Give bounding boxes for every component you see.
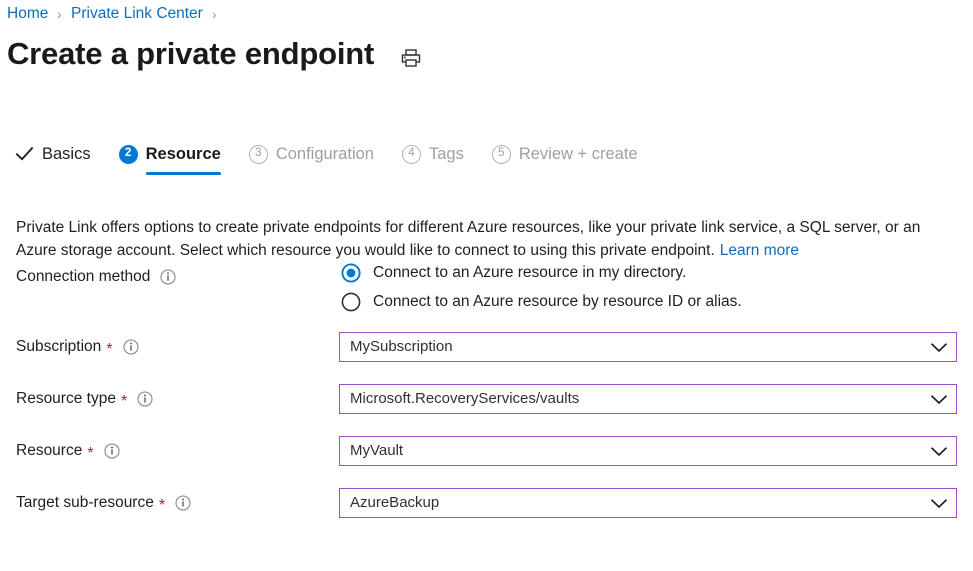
required-asterisk: * [159, 500, 165, 512]
resource-value: MyVault [350, 441, 922, 461]
field-label-text: Subscription [16, 337, 101, 357]
step-number-badge: 5 [492, 145, 511, 164]
step-number-badge: 4 [402, 145, 421, 164]
resource-dropdown[interactable]: MyVault [339, 436, 957, 466]
step-number-badge: 2 [119, 145, 138, 164]
breadcrumb: Home › Private Link Center › [7, 4, 226, 24]
subscription-value: MySubscription [350, 337, 922, 357]
resource-type-row: Resource type * Microsoft.RecoveryServic… [0, 384, 973, 436]
field-label-text: Target sub-resource [16, 493, 154, 513]
resource-label: Resource * [0, 436, 339, 466]
tab-configuration[interactable]: 3 Configuration [249, 143, 374, 175]
info-icon[interactable] [123, 339, 139, 355]
subscription-dropdown[interactable]: MySubscription [339, 332, 957, 362]
connection-method-row: Connection method [0, 262, 973, 332]
chevron-down-icon[interactable] [930, 446, 948, 457]
chevron-down-icon[interactable] [930, 394, 948, 405]
title-row: Create a private endpoint [7, 34, 422, 74]
tab-review-create[interactable]: 5 Review + create [492, 143, 638, 175]
wizard-tabs: Basics 2 Resource 3 Configuration 4 Tags… [14, 143, 666, 175]
resource-row: Resource * MyVault [0, 436, 973, 488]
field-label-text: Resource type [16, 389, 116, 409]
tab-label: Tags [429, 143, 464, 165]
resource-type-label: Resource type * [0, 384, 339, 414]
tab-basics[interactable]: Basics [14, 143, 91, 175]
breadcrumb-item-home[interactable]: Home [7, 4, 48, 24]
check-icon [14, 144, 34, 164]
resource-type-dropdown[interactable]: Microsoft.RecoveryServices/vaults [339, 384, 957, 414]
info-icon[interactable] [137, 391, 153, 407]
radio-option-directory[interactable]: Connect to an Azure resource in my direc… [0, 262, 973, 284]
tab-label: Basics [42, 143, 91, 165]
step-number-badge: 3 [249, 145, 268, 164]
radio-label[interactable]: Connect to an Azure resource by resource… [373, 291, 742, 313]
connection-method-options: Connect to an Azure resource in my direc… [0, 262, 973, 320]
target-sub-resource-value: AzureBackup [350, 493, 922, 513]
description-text: Private Link offers options to create pr… [16, 216, 960, 263]
chevron-right-icon: › [212, 4, 216, 24]
subscription-row: Subscription * MySubscription [0, 332, 973, 384]
subscription-label: Subscription * [0, 332, 339, 362]
radio-label[interactable]: Connect to an Azure resource in my direc… [373, 262, 686, 284]
page-title: Create a private endpoint [7, 34, 374, 74]
required-asterisk: * [87, 448, 93, 460]
chevron-down-icon[interactable] [930, 498, 948, 509]
field-label-text: Resource [16, 441, 82, 461]
resource-form: Connection method [0, 262, 973, 540]
required-asterisk: * [106, 344, 112, 356]
learn-more-link[interactable]: Learn more [720, 242, 799, 259]
tab-label: Configuration [276, 143, 374, 165]
radio-option-resource-id[interactable]: Connect to an Azure resource by resource… [0, 291, 973, 313]
tab-tags[interactable]: 4 Tags [402, 143, 464, 175]
target-sub-resource-row: Target sub-resource * AzureBackup [0, 488, 973, 540]
tab-label: Review + create [519, 143, 638, 165]
target-sub-resource-dropdown[interactable]: AzureBackup [339, 488, 957, 518]
radio-selected-icon[interactable] [341, 263, 361, 283]
info-icon[interactable] [175, 495, 191, 511]
breadcrumb-item-private-link-center[interactable]: Private Link Center [71, 4, 203, 24]
chevron-right-icon: › [58, 4, 62, 24]
target-sub-resource-label: Target sub-resource * [0, 488, 339, 518]
tab-label: Resource [146, 143, 221, 165]
chevron-down-icon[interactable] [930, 342, 948, 353]
tab-resource[interactable]: 2 Resource [119, 143, 221, 175]
radio-unselected-icon[interactable] [341, 292, 361, 312]
resource-type-value: Microsoft.RecoveryServices/vaults [350, 389, 922, 409]
required-asterisk: * [121, 396, 127, 408]
info-icon[interactable] [104, 443, 120, 459]
printer-icon[interactable] [400, 47, 422, 69]
active-tab-indicator [146, 172, 221, 175]
create-private-endpoint-page: Home › Private Link Center › Create a pr… [0, 0, 973, 571]
